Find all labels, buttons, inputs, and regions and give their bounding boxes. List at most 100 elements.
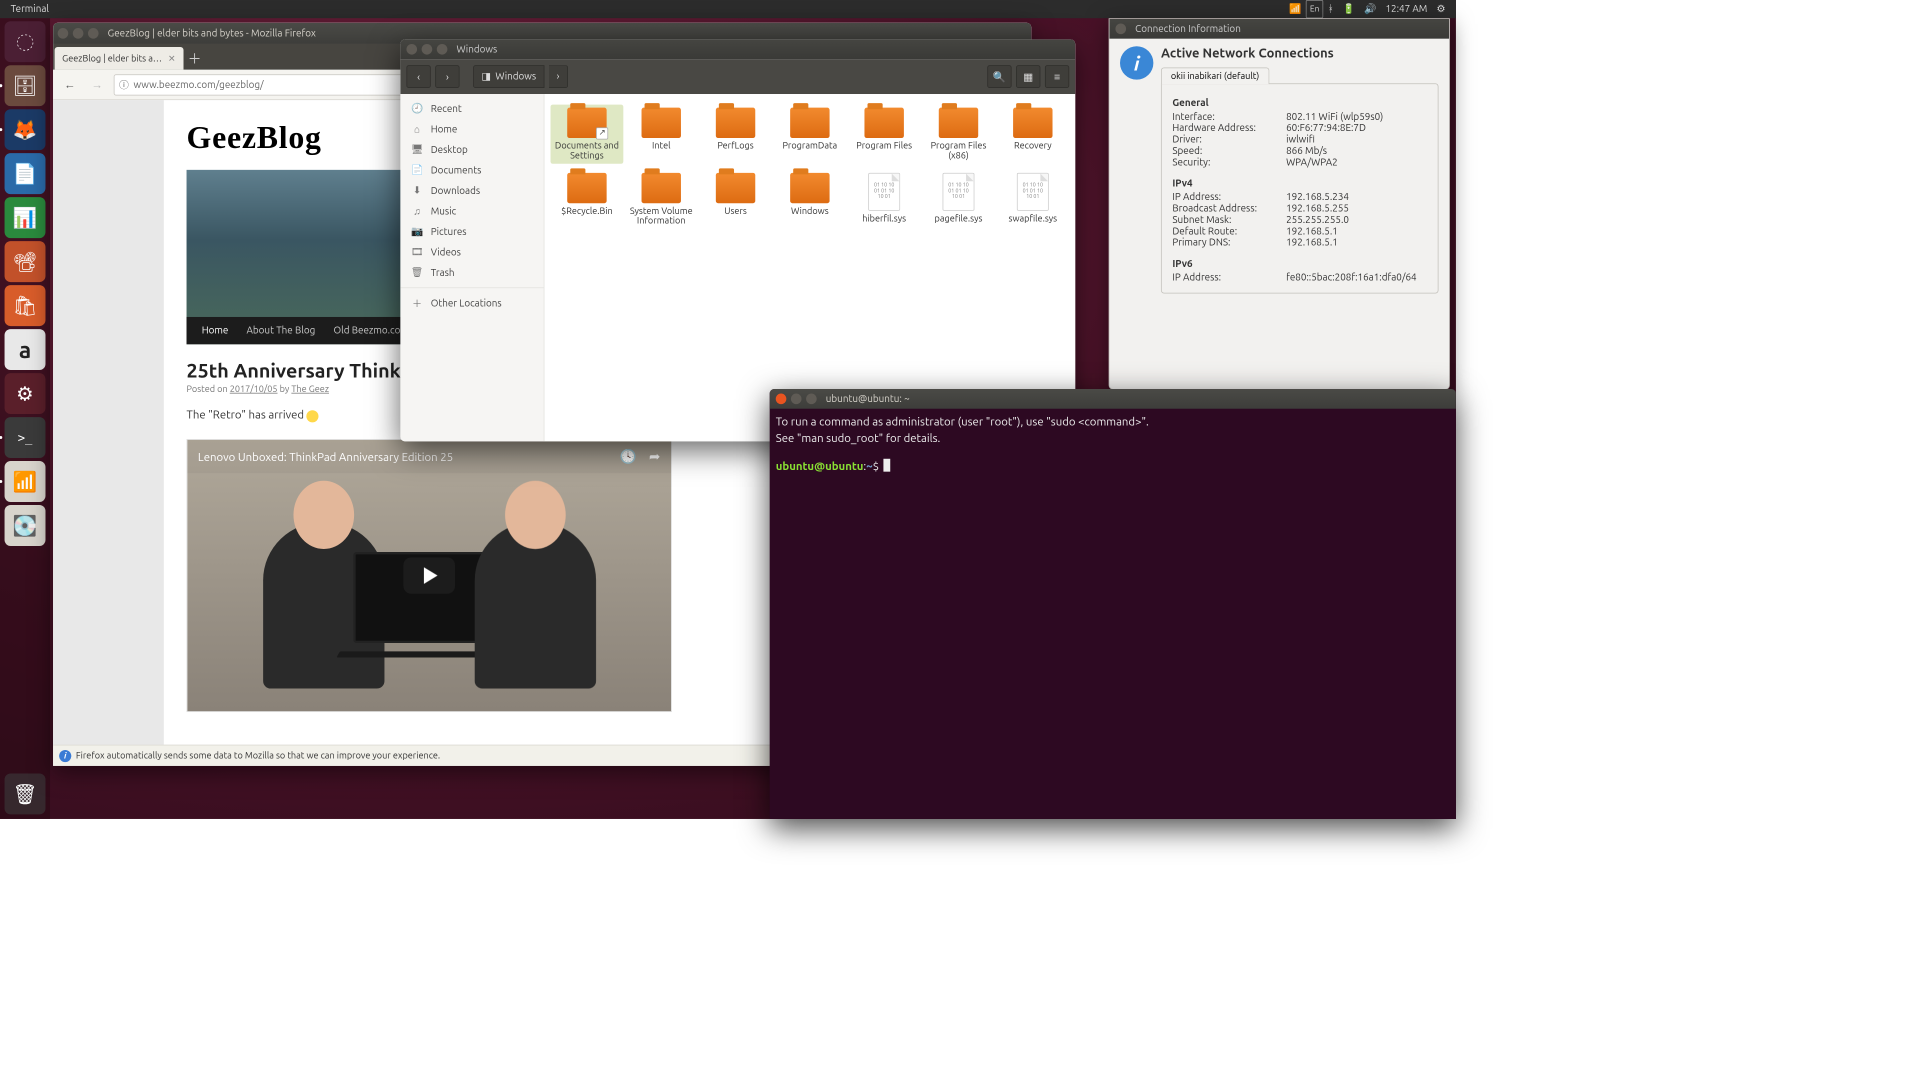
place-label: Home [431, 124, 458, 135]
window-close-button[interactable] [58, 28, 69, 39]
keyboard-lang-indicator[interactable]: En [1306, 0, 1323, 18]
places-item[interactable]: 🖥Desktop [400, 140, 543, 160]
window-maximize-button[interactable] [437, 44, 448, 55]
trash-icon[interactable]: 🗑 [5, 773, 46, 814]
section-general: General [1172, 98, 1427, 109]
path-segment-root[interactable]: ◨ Windows [473, 65, 544, 88]
folder-icon [716, 173, 755, 203]
volume-indicator-icon[interactable]: 🔊 [1360, 0, 1381, 18]
clock-indicator[interactable]: 12:47 AM [1381, 0, 1432, 18]
tab-close-icon[interactable]: ✕ [168, 53, 176, 64]
terminal-icon[interactable]: >_ [5, 417, 46, 458]
folder-item[interactable]: System Volume Information [625, 170, 698, 229]
folder-item[interactable]: Program Files [848, 105, 921, 164]
label-hwaddr: Hardware Address: [1172, 123, 1286, 134]
writer-icon[interactable]: 📄 [5, 153, 46, 194]
folder-item[interactable]: $Recycle.Bin [551, 170, 624, 229]
window-close-button[interactable] [406, 44, 417, 55]
window-maximize-button[interactable] [88, 28, 99, 39]
places-item[interactable]: 🗑Trash [400, 262, 543, 282]
dash-icon[interactable]: ◌ [5, 21, 46, 62]
window-close-button[interactable] [1115, 24, 1126, 35]
folder-item[interactable]: Users [699, 170, 772, 229]
places-item[interactable]: ♫Music [400, 201, 543, 221]
play-button[interactable] [403, 557, 455, 593]
network-icon[interactable]: 📶 [5, 461, 46, 502]
window-minimize-button[interactable] [422, 44, 433, 55]
software-icon[interactable]: 🛍 [5, 285, 46, 326]
nav-forward-button[interactable]: › [435, 65, 459, 88]
item-label: Users [724, 206, 747, 216]
post-date-link[interactable]: 2017/10/05 [230, 384, 278, 394]
window-minimize-button[interactable] [73, 28, 84, 39]
window-maximize-button[interactable] [806, 394, 817, 405]
place-label: Videos [431, 247, 461, 258]
terminal-prompt[interactable]: ubuntu@ubuntu:~$ [776, 458, 1450, 474]
places-item[interactable]: 📄Documents [400, 160, 543, 180]
wifi-indicator-icon[interactable]: 📶 [1285, 0, 1306, 18]
search-button[interactable]: 🔍 [987, 65, 1011, 88]
video-title: Lenovo Unboxed: ThinkPad Anniversary Edi… [198, 450, 453, 463]
hamburger-menu-button[interactable]: ≡ [1045, 65, 1069, 88]
session-gear-icon[interactable]: ⚙ [1432, 0, 1450, 18]
places-item[interactable]: ⬇Downloads [400, 180, 543, 200]
path-segment-next[interactable]: › [549, 65, 568, 88]
folder-item[interactable]: Windows [773, 170, 846, 229]
nav-back-button[interactable]: ‹ [406, 65, 430, 88]
identity-icon[interactable]: ⓘ [119, 77, 129, 91]
nav-home[interactable]: Home [202, 325, 229, 336]
folder-item[interactable]: PerfLogs [699, 105, 772, 164]
conninfo-titlebar[interactable]: Connection Information [1109, 19, 1449, 39]
settings-icon[interactable]: ⚙ [5, 373, 46, 414]
calc-icon[interactable]: 📊 [5, 197, 46, 238]
place-label: Pictures [431, 226, 467, 237]
new-tab-button[interactable]: ＋ [183, 47, 206, 70]
folder-item[interactable]: Program Files (x86) [922, 105, 995, 164]
label-dns: Primary DNS: [1172, 237, 1286, 248]
connection-tab[interactable]: okii inabikari (default) [1161, 67, 1269, 84]
view-grid-button[interactable]: ▦ [1016, 65, 1040, 88]
impress-icon[interactable]: 📽 [5, 241, 46, 282]
share-icon[interactable]: ➦ [649, 449, 660, 465]
item-label: System Volume Information [626, 206, 696, 226]
places-item[interactable]: ⌂Home [400, 119, 543, 139]
browser-tab[interactable]: GeezBlog | elder bits a… ✕ [55, 47, 184, 70]
item-label: Windows [791, 206, 829, 216]
places-item[interactable]: 🕘Recent [400, 99, 543, 119]
folder-item[interactable]: Recovery [996, 105, 1069, 164]
file-item[interactable]: 01 10 10 01 01 10 10 01pagefile.sys [922, 170, 995, 229]
label-ip4: IP Address: [1172, 192, 1286, 203]
firefox-icon[interactable]: 🦊 [5, 109, 46, 150]
nav-about[interactable]: About The Blog [246, 325, 315, 336]
disk-icon[interactable]: 💽 [5, 505, 46, 546]
folder-item[interactable]: Intel [625, 105, 698, 164]
file-item[interactable]: 01 10 10 01 01 10 10 01hiberfil.sys [848, 170, 921, 229]
terminal-titlebar[interactable]: ubuntu@ubuntu: ~ [770, 389, 1456, 409]
places-item[interactable]: 🎞Videos [400, 242, 543, 262]
folder-item[interactable]: Documents and Settings [551, 105, 624, 164]
places-item[interactable]: 📷Pictures [400, 221, 543, 241]
terminal-viewport[interactable]: To run a command as administrator (user … [770, 409, 1456, 819]
item-label: swapfile.sys [1008, 214, 1057, 224]
window-close-button[interactable] [776, 394, 787, 405]
file-item[interactable]: 01 10 10 01 01 10 10 01swapfile.sys [996, 170, 1069, 229]
battery-indicator-icon[interactable]: 🔋 [1338, 0, 1359, 18]
places-item[interactable]: ＋Other Locations [400, 287, 543, 314]
back-button[interactable]: ← [59, 74, 80, 95]
value-security: WPA/WPA2 [1286, 157, 1427, 168]
amazon-icon[interactable]: a [5, 329, 46, 370]
files-places-sidebar: 🕘Recent⌂Home🖥Desktop📄Documents⬇Downloads… [400, 94, 544, 441]
info-icon: i [1120, 46, 1153, 79]
youtube-embed[interactable]: Lenovo Unboxed: ThinkPad Anniversary Edi… [187, 439, 672, 712]
post-meta-by: by [278, 384, 292, 394]
bluetooth-indicator-icon[interactable]: ᚼ [1323, 0, 1338, 18]
nav-old[interactable]: Old Beezmo.com [333, 325, 408, 336]
files-icon[interactable]: 🗄 [5, 65, 46, 106]
place-icon: ⬇ [411, 185, 423, 196]
post-author-link[interactable]: The Geez [291, 384, 329, 394]
folder-item[interactable]: ProgramData [773, 105, 846, 164]
window-minimize-button[interactable] [791, 394, 802, 405]
files-titlebar[interactable]: Windows [400, 39, 1075, 59]
file-icon: 01 10 10 01 01 10 10 01 [943, 173, 975, 211]
watch-later-icon[interactable]: 🕓 [620, 449, 637, 465]
